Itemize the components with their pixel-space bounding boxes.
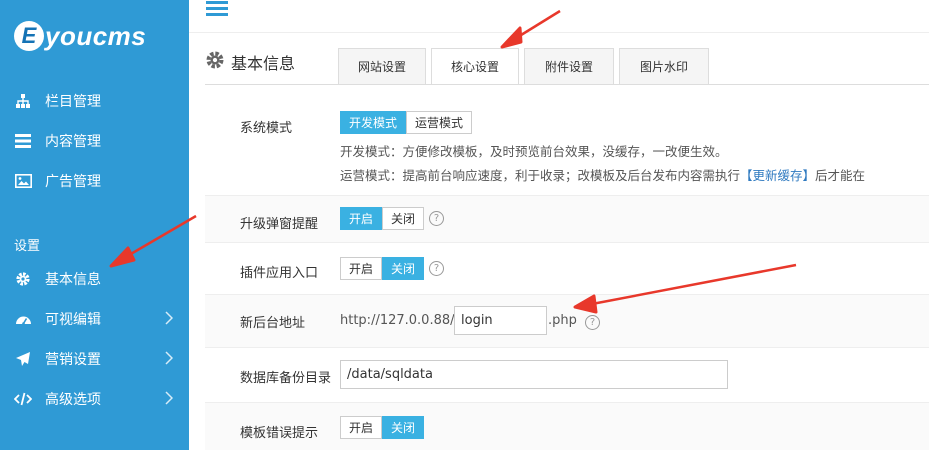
chevron-right-icon xyxy=(165,391,174,409)
page-header: 基本信息 xyxy=(205,50,295,74)
sidebar-item-columns[interactable]: 栏目管理 xyxy=(0,81,189,121)
admin-url-input[interactable]: login xyxy=(454,306,547,335)
update-cache-link[interactable]: 【更新缓存】 xyxy=(740,168,815,183)
dev-mode-option[interactable]: 开发模式 xyxy=(340,111,407,134)
tab-website[interactable]: 网站设置 xyxy=(338,48,426,85)
admin-url-prefix: http://127.0.0.88/ xyxy=(340,313,455,328)
menu-toggle-icon[interactable] xyxy=(206,1,228,17)
system-mode-toggle: 开发模式 运营模式 xyxy=(340,111,473,134)
upgrade-popup-toggle: 开启 关闭 xyxy=(340,207,425,230)
sidebar-item-label: 广告管理 xyxy=(45,174,101,190)
row-backup-dir: 数据库备份目录 /data/sqldata xyxy=(205,348,929,403)
sidebar-item-marketing[interactable]: 营销设置 xyxy=(0,339,189,379)
field-label: 升级弹窗提醒 xyxy=(240,217,319,232)
sidebar-item-label: 营销设置 xyxy=(45,352,101,368)
sidebar-item-content[interactable]: 内容管理 xyxy=(0,121,189,161)
field-label: 新后台地址 xyxy=(240,316,306,331)
help-icon[interactable]: ? xyxy=(429,211,444,226)
sidebar-item-label: 可视编辑 xyxy=(45,312,101,328)
row-admin-url: 新后台地址 http://127.0.0.88/ login .php ? xyxy=(205,295,929,348)
code-icon xyxy=(14,390,32,408)
plugin-entry-toggle: 开启 关闭 xyxy=(340,257,425,280)
image-icon xyxy=(14,172,32,190)
tab-divider xyxy=(205,84,929,85)
field-label: 模板错误提示 xyxy=(240,426,319,441)
tab-bar: 网站设置 核心设置 附件设置 图片水印 xyxy=(338,48,714,85)
row-system-mode: 系统模式 开发模式 运营模式 开发模式：方便修改模板，及时预览前台效果，没缓存，… xyxy=(205,96,929,196)
logo[interactable]: E youcms xyxy=(14,16,146,56)
toggle-on-option[interactable]: 开启 xyxy=(340,257,383,280)
help-icon[interactable]: ? xyxy=(429,261,444,276)
toggle-on-option[interactable]: 开启 xyxy=(340,416,383,439)
logo-mark: E xyxy=(14,21,44,51)
ops-mode-option[interactable]: 运营模式 xyxy=(406,111,473,134)
dev-mode-desc: 开发模式：方便修改模板，及时预览前台效果，没缓存，一改便生效。 xyxy=(340,144,728,159)
page-title: 基本信息 xyxy=(231,54,296,73)
chevron-right-icon xyxy=(165,311,174,329)
toggle-off-option[interactable]: 关闭 xyxy=(382,257,425,280)
sidebar-item-ads[interactable]: 广告管理 xyxy=(0,161,189,201)
toggle-off-option[interactable]: 关闭 xyxy=(382,416,425,439)
sidebar-item-advanced[interactable]: 高级选项 xyxy=(0,379,189,419)
field-label: 系统模式 xyxy=(240,121,293,136)
admin-url-suffix: .php xyxy=(548,313,577,328)
app-root: E youcms 栏目管理 内容管理 广告管理 设置 基本信息 可视编辑 营销设… xyxy=(0,0,929,450)
logo-text: youcms xyxy=(45,20,147,51)
ops-mode-desc-suffix: 后才能在 xyxy=(815,168,866,183)
row-plugin-entry: 插件应用入口 开启 关闭 ? xyxy=(205,243,929,295)
gear-icon xyxy=(205,50,225,74)
sidebar-item-label: 基本信息 xyxy=(45,272,101,288)
toggle-on-option[interactable]: 开启 xyxy=(340,207,383,230)
tab-core[interactable]: 核心设置 xyxy=(431,48,519,85)
help-icon[interactable]: ? xyxy=(585,315,600,330)
dashboard-icon xyxy=(14,310,32,328)
sidebar-item-label: 栏目管理 xyxy=(45,94,101,110)
ops-mode-desc: 运营模式：提高前台响应速度，利于收录；改模板及后台发布内容需执行【更新缓存】后才… xyxy=(340,165,865,184)
tab-attachment[interactable]: 附件设置 xyxy=(524,48,614,85)
tab-watermark[interactable]: 图片水印 xyxy=(619,48,709,85)
sidebar-item-visual-edit[interactable]: 可视编辑 xyxy=(0,299,189,339)
sidebar-item-label: 高级选项 xyxy=(45,392,101,408)
template-error-toggle: 开启 关闭 xyxy=(340,416,425,439)
sidebar: E youcms 栏目管理 内容管理 广告管理 设置 基本信息 可视编辑 营销设… xyxy=(0,0,189,450)
sidebar-section-title: 设置 xyxy=(14,239,41,254)
field-label: 数据库备份目录 xyxy=(240,371,332,386)
send-icon xyxy=(14,350,32,368)
gear-icon xyxy=(14,270,32,288)
backup-dir-input[interactable]: /data/sqldata xyxy=(340,360,728,389)
ops-mode-desc-prefix: 运营模式：提高前台响应速度，利于收录；改模板及后台发布内容需执行 xyxy=(340,168,741,183)
top-bar xyxy=(189,0,929,33)
row-upgrade-popup: 升级弹窗提醒 开启 关闭 ? xyxy=(205,196,929,243)
sitemap-icon xyxy=(14,92,32,110)
sidebar-item-label: 内容管理 xyxy=(45,134,101,150)
field-label: 插件应用入口 xyxy=(240,266,319,281)
sidebar-item-basic-info[interactable]: 基本信息 xyxy=(0,259,189,299)
toggle-off-option[interactable]: 关闭 xyxy=(382,207,425,230)
list-icon xyxy=(14,132,32,150)
row-template-error: 模板错误提示 开启 关闭 xyxy=(205,403,929,450)
chevron-right-icon xyxy=(165,351,174,369)
